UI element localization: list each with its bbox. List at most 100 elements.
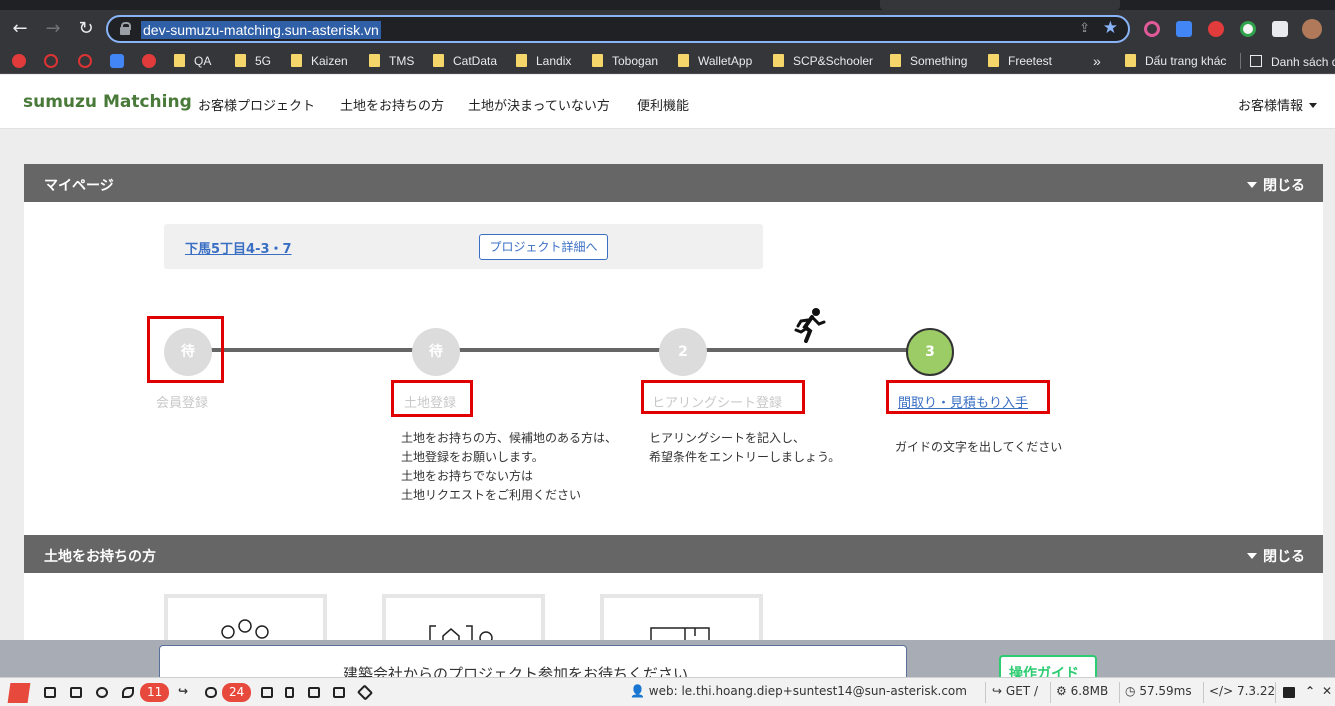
bookmark-label: Dấu trang khác bbox=[1145, 54, 1227, 68]
mypage-close-toggle[interactable]: 閉じる bbox=[1247, 175, 1305, 195]
bookmark-tobogan[interactable]: Tobogan bbox=[592, 53, 658, 69]
bookmark-something[interactable]: Something bbox=[890, 53, 967, 69]
bookmark-label: Landix bbox=[536, 54, 572, 68]
messages-icon[interactable] bbox=[44, 687, 56, 698]
debugbar-logo-icon[interactable] bbox=[7, 683, 31, 703]
step-3-label: ヒアリングシート登録 bbox=[652, 396, 783, 411]
lock-icon[interactable] bbox=[285, 687, 294, 698]
bookmark-qa[interactable]: QA bbox=[174, 53, 211, 69]
route-separator: / bbox=[1033, 684, 1038, 698]
account-menu[interactable]: お客様情報 bbox=[1238, 95, 1317, 114]
auth-user[interactable]: 👤 web: le.thi.hoang.diep+suntest14@sun-a… bbox=[630, 684, 967, 698]
bookmark-translate-icon[interactable] bbox=[110, 54, 124, 68]
bookmark-star-icon[interactable]: ★ bbox=[1103, 18, 1118, 38]
bookmark-landix[interactable]: Landix bbox=[516, 53, 571, 69]
profile-avatar[interactable] bbox=[1302, 19, 1322, 39]
folder-icon bbox=[678, 54, 689, 67]
leaf-icon[interactable] bbox=[122, 687, 134, 698]
reading-list[interactable]: Danh sách đ bbox=[1240, 53, 1335, 69]
brand-logo[interactable]: sumuzu Matching bbox=[23, 92, 192, 112]
archive-icon[interactable] bbox=[333, 687, 345, 698]
php-version[interactable]: </> 7.3.22 bbox=[1209, 684, 1275, 698]
address-bar[interactable]: dev-sumuzu-matching.sun-asterisk.vn ⇪ ★ bbox=[106, 15, 1130, 43]
bookmark-5g[interactable]: 5G bbox=[235, 53, 271, 69]
running-person-icon bbox=[794, 308, 826, 343]
bookmark-app-icon[interactable] bbox=[78, 54, 92, 68]
folder-icon bbox=[235, 54, 246, 67]
request-duration[interactable]: ◷ 57.59ms bbox=[1125, 684, 1192, 698]
lock-icon[interactable] bbox=[120, 22, 131, 35]
folder-icon bbox=[516, 54, 527, 67]
divider bbox=[1119, 682, 1120, 703]
nav-no-land[interactable]: 土地が決まっていない方 bbox=[468, 95, 610, 114]
bookmark-kaizen[interactable]: Kaizen bbox=[291, 53, 348, 69]
request-method[interactable]: ↪ GET / bbox=[992, 684, 1038, 698]
bookmarks-bar: QA 5G Kaizen TMS CatData Landix Tobogan … bbox=[0, 48, 1335, 74]
forward-arrow-icon[interactable]: → bbox=[42, 18, 64, 40]
land-owner-panel-header: 土地をお持ちの方 閉じる bbox=[24, 535, 1323, 573]
share-arrow-icon[interactable]: ↪ bbox=[178, 684, 188, 698]
bookmark-app-icon[interactable] bbox=[142, 54, 156, 68]
step-2-label: 土地登録 bbox=[404, 396, 457, 411]
desc-line: 希望条件をエントリーしましょう。 bbox=[649, 450, 841, 464]
share-icon[interactable]: ⇪ bbox=[1079, 21, 1090, 36]
project-detail-button[interactable]: プロジェクト詳細へ bbox=[479, 234, 608, 260]
folder-icon bbox=[433, 54, 444, 67]
bookmark-label: Tobogan bbox=[612, 54, 659, 68]
step-2-marker: 待 bbox=[412, 328, 460, 376]
account-label: お客様情報 bbox=[1237, 99, 1303, 114]
translate-extension-icon[interactable] bbox=[1176, 21, 1192, 37]
inbox-icon[interactable] bbox=[261, 687, 273, 698]
timeline-icon[interactable] bbox=[70, 687, 82, 698]
step-3-marker: 2 bbox=[659, 328, 707, 376]
active-tab[interactable] bbox=[880, 0, 1120, 10]
nav-land-owners[interactable]: 土地をお持ちの方 bbox=[340, 95, 444, 114]
step-4-link[interactable]: 間取り・見積もり入手 bbox=[898, 392, 1028, 411]
desc-line: 土地登録をお願いします。 bbox=[401, 450, 544, 464]
project-name-link[interactable]: 下馬5丁目4-3・7 bbox=[185, 238, 292, 257]
nav-customer-projects[interactable]: お客様プロジェクト bbox=[198, 95, 315, 114]
bookmark-scp-schooler[interactable]: SCP&Schooler bbox=[773, 53, 873, 69]
bug-icon[interactable] bbox=[96, 687, 108, 698]
extension-red-icon[interactable] bbox=[1208, 21, 1224, 37]
caret-down-icon bbox=[1309, 103, 1317, 108]
bookmark-app-icon[interactable] bbox=[12, 54, 26, 68]
chevron-up-icon[interactable]: ⌃ bbox=[1305, 684, 1315, 698]
extension-check-icon[interactable] bbox=[1240, 21, 1256, 37]
folder-icon bbox=[988, 54, 999, 67]
list-icon[interactable] bbox=[308, 687, 320, 698]
folder-icon bbox=[369, 54, 380, 67]
nav-utilities[interactable]: 便利機能 bbox=[637, 95, 689, 114]
url-text[interactable]: dev-sumuzu-matching.sun-asterisk.vn bbox=[141, 21, 381, 39]
desc-line: ヒアリングシートを記入し、 bbox=[649, 431, 806, 445]
people-icon bbox=[221, 619, 269, 639]
other-bookmarks-folder[interactable]: Dấu trang khác bbox=[1125, 53, 1226, 69]
folder-open-icon[interactable] bbox=[1283, 687, 1295, 698]
step-1-label: 会員登録 bbox=[156, 396, 209, 411]
land-owner-panel-body bbox=[24, 573, 1323, 646]
php-version-text: 7.3.22 bbox=[1236, 684, 1276, 698]
bookmark-app-icon[interactable] bbox=[44, 54, 58, 68]
puzzle-extensions-icon[interactable] bbox=[1272, 21, 1288, 37]
browser-toolbar: ← → ↻ dev-sumuzu-matching.sun-asterisk.v… bbox=[0, 10, 1335, 48]
bookmark-label: Kaizen bbox=[311, 54, 348, 68]
bookmark-tms[interactable]: TMS bbox=[369, 53, 414, 69]
bookmark-freetest[interactable]: Freetest bbox=[988, 53, 1052, 69]
bookmark-catdata[interactable]: CatData bbox=[433, 53, 497, 69]
reload-icon[interactable]: ↻ bbox=[75, 18, 97, 40]
option-card-people[interactable] bbox=[164, 594, 327, 644]
tags-icon[interactable] bbox=[356, 684, 374, 701]
folder-icon bbox=[592, 54, 603, 67]
database-icon[interactable] bbox=[205, 687, 217, 698]
more-bookmarks-chevron[interactable]: » bbox=[1093, 53, 1101, 69]
bookmark-walletapp[interactable]: WalletApp bbox=[678, 53, 752, 69]
option-card-house[interactable] bbox=[382, 594, 545, 644]
extension-color-icon[interactable] bbox=[1144, 21, 1160, 37]
land-owner-close-toggle[interactable]: 閉じる bbox=[1247, 546, 1305, 566]
close-icon[interactable]: ✕ bbox=[1322, 684, 1332, 698]
memory-usage[interactable]: ⚙ 6.8MB bbox=[1056, 684, 1108, 698]
folder-icon bbox=[1125, 54, 1136, 67]
option-card-floorplan[interactable] bbox=[600, 594, 763, 646]
browser-tab-strip bbox=[0, 0, 1335, 10]
back-arrow-icon[interactable]: ← bbox=[9, 18, 31, 40]
